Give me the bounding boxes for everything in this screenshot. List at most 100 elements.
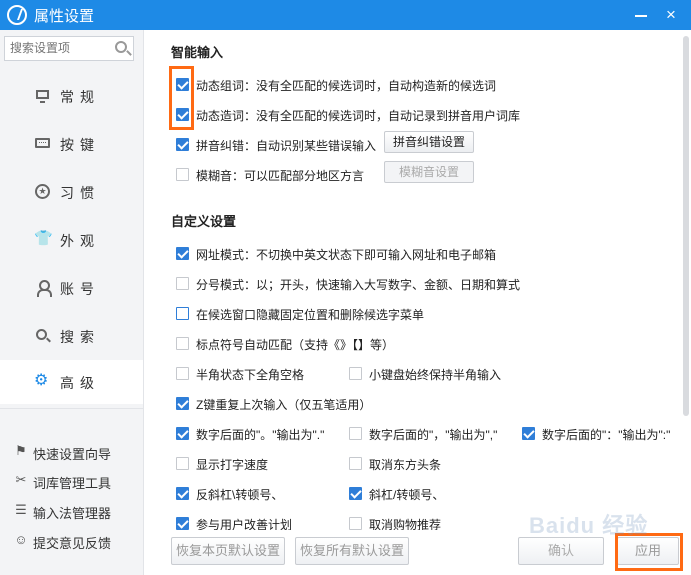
fuzzy-sound-settings-button[interactable]: 模糊音设置 bbox=[384, 161, 474, 183]
option-pinyin-fix[interactable]: 拼音纠错：自动识别某些错误输入 bbox=[176, 136, 386, 154]
tool-quick-setup[interactable]: ⚑ 快速设置向导 bbox=[0, 439, 143, 465]
checkbox[interactable] bbox=[176, 367, 189, 380]
option-fuzzy-sound[interactable]: 模糊音：可以匹配部分地区方言 bbox=[176, 166, 386, 184]
option-numpad-halfwidth[interactable]: 小键盘始终保持半角输入 bbox=[349, 365, 519, 383]
title-bar: 属性设置 × bbox=[0, 0, 691, 30]
option-label: 分号模式：以；开头，快速输入大写数字、金额、日期和算式 bbox=[196, 278, 521, 292]
option-label: 数字后面的"，"输出为"," bbox=[369, 428, 498, 442]
feedback-icon: ☺ bbox=[14, 532, 28, 547]
sidebar-item-label: 高级 bbox=[60, 375, 100, 391]
flag-icon: ⚑ bbox=[15, 443, 27, 458]
option-url-mode[interactable]: 网址模式：不切换中英文状态下即可输入网址和电子邮箱 bbox=[176, 245, 576, 263]
confirm-button[interactable]: 确认 bbox=[518, 537, 604, 565]
search-icon[interactable] bbox=[115, 41, 127, 53]
checkbox[interactable] bbox=[522, 427, 535, 440]
sidebar-item-label: 习惯 bbox=[60, 185, 100, 201]
pinyin-fix-settings-button[interactable]: 拼音纠错设置 bbox=[384, 131, 474, 153]
option-label: 小键盘始终保持半角输入 bbox=[369, 368, 502, 382]
option-label: 标点符号自动匹配（支持《》【】等） bbox=[196, 338, 395, 352]
settings-search[interactable] bbox=[4, 36, 134, 61]
tool-dictionary[interactable]: ✂ 词库管理工具 bbox=[0, 468, 143, 494]
sidebar-divider bbox=[0, 408, 143, 409]
list-icon: ☰ bbox=[15, 502, 27, 517]
option-label: 在候选窗口隐藏固定位置和删除候选字菜单 bbox=[196, 308, 425, 322]
option-punctuation-match[interactable]: 标点符号自动匹配（支持《》【】等） bbox=[176, 335, 576, 353]
tool-ime-manager[interactable]: ☰ 输入法管理器 bbox=[0, 498, 143, 524]
close-button[interactable]: × bbox=[660, 4, 682, 26]
checkbox[interactable] bbox=[176, 397, 189, 410]
option-z-repeat[interactable]: Z键重复上次输入（仅五笔适用） bbox=[176, 395, 436, 413]
option-digit-colon[interactable]: 数字后面的"："输出为":" bbox=[522, 425, 687, 443]
shirt-icon: 👕 bbox=[34, 230, 53, 247]
sidebar-item-keys[interactable]: 按键 bbox=[0, 122, 143, 166]
option-digit-period[interactable]: 数字后面的"。"输出为"." bbox=[176, 425, 341, 443]
checkbox[interactable] bbox=[176, 307, 189, 320]
option-label: 数字后面的"："输出为":" bbox=[542, 428, 671, 442]
minimize-button[interactable] bbox=[630, 4, 652, 26]
option-label: 拼音纠错：自动识别某些错误输入 bbox=[196, 139, 377, 153]
monitor-icon bbox=[36, 90, 49, 103]
option-label: 模糊音：可以匹配部分地区方言 bbox=[196, 169, 365, 183]
watermark: Baidu 经验 bbox=[529, 513, 649, 538]
checkbox[interactable] bbox=[349, 427, 362, 440]
settings-search-input[interactable] bbox=[5, 37, 109, 59]
highlight-box bbox=[169, 66, 194, 130]
checkbox[interactable] bbox=[176, 277, 189, 290]
option-label: 数字后面的"。"输出为"." bbox=[196, 428, 325, 442]
tool-label: 提交意见反馈 bbox=[33, 536, 112, 551]
checkbox[interactable] bbox=[349, 517, 362, 530]
sidebar-item-search[interactable]: 搜索 bbox=[0, 314, 143, 358]
restore-all-defaults-button[interactable]: 恢复所有默认设置 bbox=[295, 537, 409, 565]
checkbox[interactable] bbox=[349, 457, 362, 470]
window-title: 属性设置 bbox=[34, 8, 95, 25]
checkbox[interactable] bbox=[176, 457, 189, 470]
option-dynamic-create[interactable]: 动态造词：没有全匹配的候选词时，自动记录到拼音用户词库 bbox=[176, 106, 596, 124]
sidebar-item-general[interactable]: 常规 bbox=[0, 74, 143, 118]
option-hide-candidate-menu[interactable]: 在候选窗口隐藏固定位置和删除候选字菜单 bbox=[176, 305, 576, 323]
scrollbar[interactable] bbox=[683, 36, 689, 416]
sidebar-item-label: 常规 bbox=[60, 89, 100, 105]
tool-label: 快速设置向导 bbox=[33, 447, 112, 462]
option-cancel-news[interactable]: 取消东方头条 bbox=[349, 455, 499, 473]
option-label: 取消东方头条 bbox=[369, 458, 442, 472]
checkbox[interactable] bbox=[176, 168, 189, 181]
keyboard-icon bbox=[35, 138, 50, 148]
option-fullwidth-space[interactable]: 半角状态下全角空格 bbox=[176, 365, 326, 383]
option-digit-comma[interactable]: 数字后面的"，"输出为"," bbox=[349, 425, 514, 443]
sidebar-item-habits[interactable]: ★ 习惯 bbox=[0, 170, 143, 214]
option-slash-dunhao[interactable]: 斜杠/转顿号、 bbox=[349, 485, 499, 503]
search-icon bbox=[36, 329, 47, 340]
sidebar-item-label: 账号 bbox=[60, 281, 100, 297]
option-label: 动态造词：没有全匹配的候选词时，自动记录到拼音用户词库 bbox=[196, 109, 521, 123]
sidebar: 常规 按键 ★ 习惯 👕 外观 账号 搜索 ⚙ 高级 ⚑ 快速设置向导 ✂ 词库… bbox=[0, 30, 144, 575]
restore-page-defaults-button[interactable]: 恢复本页默认设置 bbox=[171, 537, 285, 565]
sidebar-item-label: 按键 bbox=[60, 137, 100, 153]
section-title-custom: 自定义设置 bbox=[171, 214, 237, 229]
checkbox[interactable] bbox=[349, 487, 362, 500]
tool-label: 词库管理工具 bbox=[33, 476, 112, 491]
checkbox[interactable] bbox=[176, 427, 189, 440]
sidebar-item-appearance[interactable]: 👕 外观 bbox=[0, 218, 143, 262]
checkbox[interactable] bbox=[176, 517, 189, 530]
sidebar-item-label: 外观 bbox=[60, 233, 100, 249]
option-typing-speed[interactable]: 显示打字速度 bbox=[176, 455, 326, 473]
option-semicolon-mode[interactable]: 分号模式：以；开头，快速输入大写数字、金额、日期和算式 bbox=[176, 275, 576, 293]
tool-feedback[interactable]: ☺ 提交意见反馈 bbox=[0, 528, 143, 554]
sidebar-item-advanced[interactable]: ⚙ 高级 bbox=[0, 360, 143, 404]
tools-icon: ✂ bbox=[15, 472, 27, 487]
option-label: 半角状态下全角空格 bbox=[196, 368, 305, 382]
settings-panel: 智能输入 动态组词：没有全匹配的候选词时，自动构造新的候选词 动态造词：没有全匹… bbox=[145, 30, 691, 575]
star-icon: ★ bbox=[35, 184, 50, 199]
option-backslash-dunhao[interactable]: 反斜杠\转顿号、 bbox=[176, 485, 326, 503]
checkbox[interactable] bbox=[176, 138, 189, 151]
option-label: Z键重复上次输入（仅五笔适用） bbox=[196, 398, 372, 412]
checkbox[interactable] bbox=[176, 337, 189, 350]
option-label: 动态组词：没有全匹配的候选词时，自动构造新的候选词 bbox=[196, 79, 497, 93]
option-dynamic-compose[interactable]: 动态组词：没有全匹配的候选词时，自动构造新的候选词 bbox=[176, 76, 576, 94]
checkbox[interactable] bbox=[176, 487, 189, 500]
checkbox[interactable] bbox=[176, 247, 189, 260]
checkbox[interactable] bbox=[349, 367, 362, 380]
user-icon bbox=[37, 280, 52, 297]
sidebar-item-account[interactable]: 账号 bbox=[0, 266, 143, 310]
option-label: 网址模式：不切换中英文状态下即可输入网址和电子邮箱 bbox=[196, 248, 497, 262]
